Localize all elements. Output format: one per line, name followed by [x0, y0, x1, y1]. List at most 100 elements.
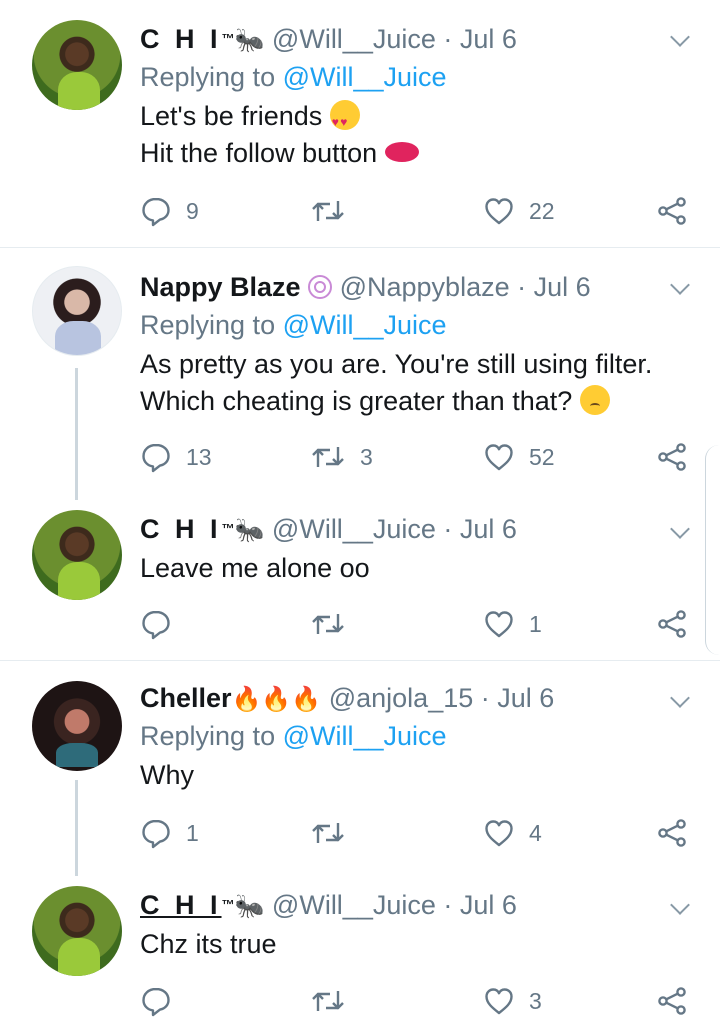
handle[interactable]: @Will__Juice	[272, 514, 436, 544]
tweet-header: C H I™🐜 @Will__Juice · Jul 6	[140, 22, 700, 56]
retweet-button[interactable]	[310, 606, 360, 642]
retweet-icon	[310, 985, 346, 1017]
avatar[interactable]	[32, 266, 122, 356]
mention-link[interactable]: @Will__Juice	[283, 62, 447, 92]
like-count: 4	[529, 819, 542, 846]
reply-count: 13	[186, 443, 212, 470]
display-name[interactable]: C H I	[140, 890, 222, 920]
tweet-line: Hit the follow button	[140, 138, 378, 168]
tweet-header: Nappy Blaze @Nappyblaze · Jul 6	[140, 270, 700, 304]
retweet-icon	[310, 441, 346, 473]
tweet-text: Why	[140, 757, 700, 794]
kiss-mark-emoji-icon	[384, 142, 419, 162]
like-button[interactable]: 3	[483, 983, 542, 1019]
mention-link[interactable]: @Will__Juice	[283, 721, 447, 751]
sad-relieved-emoji-icon	[579, 385, 610, 415]
reply-button[interactable]: 9	[140, 193, 199, 229]
tweet[interactable]: Cheller🔥🔥🔥 @anjola_15 · Jul 6 Replying t…	[0, 661, 720, 871]
timestamp[interactable]: · Jul 6	[443, 24, 517, 54]
timestamp[interactable]: · Jul 6	[443, 514, 517, 544]
handle[interactable]: @anjola_15	[329, 683, 474, 713]
ant-icon: 🐜	[234, 517, 265, 544]
heart-icon	[483, 441, 515, 473]
tweet-text: Let's be friends Hit the follow button	[140, 98, 700, 172]
reply-button[interactable]: 1	[140, 815, 199, 851]
replying-prefix: Replying to	[140, 721, 283, 751]
tweet[interactable]: C H I™🐜 @Will__Juice · Jul 6 Replying to…	[0, 0, 720, 247]
tweet-header: C H I™🐜 @Will__Juice · Jul 6	[140, 512, 700, 546]
like-count: 3	[529, 987, 542, 1014]
like-count: 22	[529, 197, 555, 224]
tweet-actions: 1	[140, 606, 700, 642]
tweet-line: Leave me alone oo	[140, 553, 370, 583]
tweet-text: Chz its true	[140, 926, 700, 963]
handle[interactable]: @Will__Juice	[272, 890, 436, 920]
display-name[interactable]: C H I	[140, 24, 222, 54]
heart-icon	[483, 608, 515, 640]
tweet[interactable]: C H I™🐜 @Will__Juice · Jul 6 Leave me al…	[0, 490, 720, 660]
retweet-button[interactable]: 3	[310, 439, 373, 475]
replying-to: Replying to @Will__Juice	[140, 719, 700, 753]
replying-to: Replying to @Will__Juice	[140, 308, 700, 342]
reply-icon	[140, 195, 172, 227]
mention-link[interactable]: @Will__Juice	[283, 310, 447, 340]
retweet-icon	[310, 195, 346, 227]
reply-icon	[140, 985, 172, 1017]
timestamp[interactable]: · Jul 6	[481, 683, 555, 713]
reply-icon	[140, 817, 172, 849]
like-button[interactable]: 4	[483, 815, 542, 851]
display-name[interactable]: C H I	[140, 514, 222, 544]
share-icon	[656, 608, 688, 640]
trademark-symbol: ™	[221, 521, 235, 536]
heart-icon	[483, 985, 515, 1017]
tweet-actions: 1 4	[140, 815, 700, 851]
trademark-symbol: ™	[221, 31, 235, 46]
reply-button[interactable]: 13	[140, 439, 212, 475]
reply-count: 1	[186, 819, 199, 846]
avatar[interactable]	[32, 510, 122, 600]
share-icon	[656, 817, 688, 849]
tweet-actions: 9 22	[140, 193, 700, 229]
avatar[interactable]	[32, 681, 122, 771]
timestamp[interactable]: · Jul 6	[517, 272, 591, 302]
avatar[interactable]	[32, 20, 122, 110]
like-button[interactable]: 22	[483, 193, 555, 229]
trademark-symbol: ™	[221, 897, 235, 912]
share-icon	[656, 441, 688, 473]
display-name[interactable]: Cheller	[140, 683, 232, 713]
tweet-line: Chz its true	[140, 929, 277, 959]
fire-emoji-icon: 🔥🔥🔥	[231, 686, 322, 713]
share-button[interactable]	[656, 815, 688, 851]
display-name[interactable]: Nappy Blaze	[140, 272, 301, 302]
like-button[interactable]: 52	[483, 439, 555, 475]
reply-icon	[140, 608, 172, 640]
timestamp[interactable]: · Jul 6	[443, 890, 517, 920]
reply-button[interactable]	[140, 606, 186, 642]
ant-icon: 🐜	[234, 27, 265, 54]
handle[interactable]: @Nappyblaze	[340, 272, 510, 302]
ant-icon: 🐜	[234, 893, 265, 920]
tweet-line: As pretty as you are. You're still using…	[140, 349, 653, 379]
tweet[interactable]: C H I™🐜 @Will__Juice · Jul 6 Chz its tru…	[0, 866, 720, 1036]
tweet-actions: 3	[140, 983, 700, 1019]
like-count: 1	[529, 610, 542, 637]
tweet-header: Cheller🔥🔥🔥 @anjola_15 · Jul 6	[140, 681, 700, 715]
tweet-text: Leave me alone oo	[140, 550, 700, 587]
retweet-button[interactable]	[310, 815, 360, 851]
tweet[interactable]: Nappy Blaze @Nappyblaze · Jul 6 Replying…	[0, 248, 720, 488]
heart-eyes-emoji-icon	[329, 100, 360, 141]
share-button[interactable]	[656, 193, 688, 229]
reply-count: 9	[186, 197, 199, 224]
reply-button[interactable]	[140, 983, 186, 1019]
handle[interactable]: @Will__Juice	[272, 24, 436, 54]
like-button[interactable]: 1	[483, 606, 542, 642]
retweet-button[interactable]	[310, 983, 360, 1019]
share-button[interactable]	[656, 606, 688, 642]
replying-prefix: Replying to	[140, 62, 283, 92]
swirl-emoji-icon	[308, 275, 333, 299]
retweet-button[interactable]	[310, 193, 360, 229]
share-button[interactable]	[656, 439, 688, 475]
avatar[interactable]	[32, 886, 122, 976]
share-button[interactable]	[656, 983, 688, 1019]
tweet-line: Why	[140, 760, 194, 790]
